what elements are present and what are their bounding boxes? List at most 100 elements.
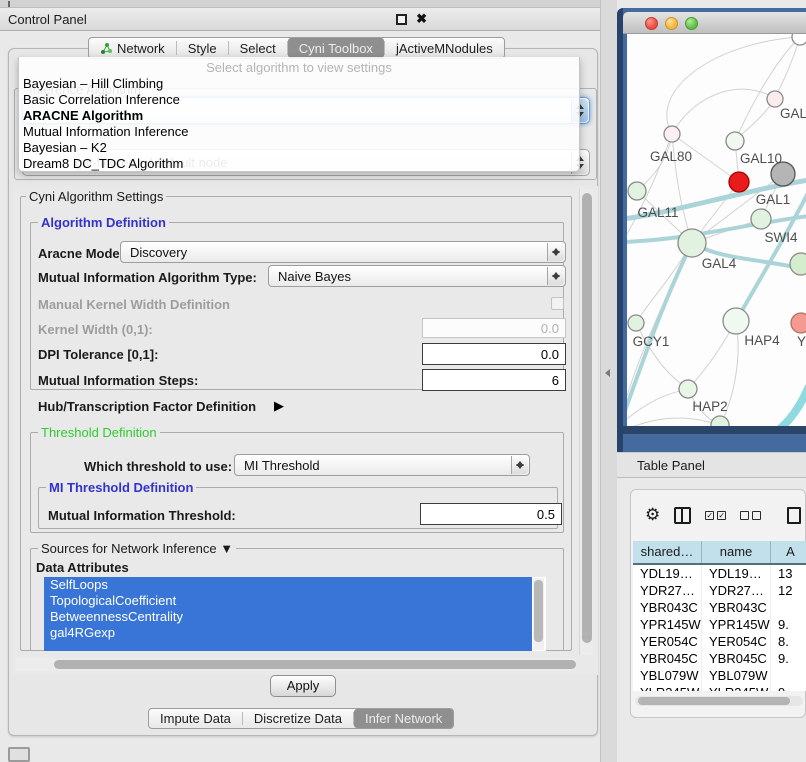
algorithm-option-bayesian-hill-climbing[interactable]: Bayesian – Hill Climbing	[19, 76, 579, 92]
algorithm-dropdown-popup: Select algorithm to view settings Bayesi…	[18, 57, 580, 172]
kernel-width-field[interactable]	[422, 318, 566, 338]
algorithm-option-dream8-dc-tdc-algorithm[interactable]: Dream8 DC_TDC Algorithm	[19, 156, 579, 172]
network-node-gal10[interactable]	[726, 132, 744, 150]
attribute-item-topologicalcoefficient[interactable]: TopologicalCoefficient	[44, 593, 532, 609]
algorithm-option-basic-correlation-inference[interactable]: Basic Correlation Inference	[19, 92, 579, 108]
scrollbar-thumb[interactable]	[638, 697, 790, 705]
attribute-item-betweennesscentrality[interactable]: BetweennessCentrality	[44, 609, 532, 625]
attribute-item-partial[interactable]	[44, 641, 532, 651]
table-row[interactable]: YLR345WYLR345W9.	[633, 684, 806, 691]
tab-jactivemnodules[interactable]: jActiveMNodules	[385, 38, 504, 58]
zoom-traffic-light-icon[interactable]	[685, 17, 698, 30]
aracne-mode-combobox[interactable]: Discovery	[120, 241, 566, 263]
tab-label: Impute Data	[160, 711, 231, 726]
expand-arrow-icon[interactable]: ▶	[274, 398, 284, 414]
table-row[interactable]: YBL079WYBL079W	[633, 667, 806, 684]
network-node-gal1[interactable]	[729, 172, 749, 192]
control-panel-tab-bar: NetworkStyleSelectCyni ToolboxjActiveMNo…	[88, 37, 505, 59]
network-node[interactable]	[711, 416, 729, 426]
network-node-gal4[interactable]	[678, 229, 706, 257]
which-threshold-combobox[interactable]: MI Threshold	[234, 454, 530, 476]
network-canvas[interactable]: GALGAL80GAL10GAL1GAL11SWI4GAL4GCY1HAP4YH…	[627, 34, 806, 426]
algorithm-option-bayesian-k2[interactable]: Bayesian – K2	[19, 140, 579, 156]
table-cell: 8.	[771, 633, 806, 650]
network-node-swi4[interactable]	[751, 209, 771, 229]
control-panel-title: Control Panel	[8, 12, 87, 27]
tab-select[interactable]: Select	[229, 38, 287, 58]
tab-label: Discretize Data	[254, 711, 342, 726]
mi-threshold-field[interactable]	[420, 503, 562, 525]
table-row[interactable]: YDL19…YDL19…13	[633, 565, 806, 582]
attribute-item-gal4rgexp[interactable]: gal4RGexp	[44, 625, 532, 641]
close-traffic-light-icon[interactable]	[645, 17, 658, 30]
combo-stepper-icon[interactable]	[547, 267, 564, 285]
network-node-hap4[interactable]	[723, 308, 749, 334]
table-cell: YBR045C	[633, 650, 702, 667]
table-row[interactable]: YPR145WYPR145W9.	[633, 616, 806, 633]
apply-button[interactable]: Apply	[270, 675, 336, 697]
attributes-scrollbar[interactable]	[533, 578, 544, 650]
attribute-item-selfloops[interactable]: SelfLoops	[44, 577, 532, 593]
tab-style[interactable]: Style	[177, 38, 228, 58]
combo-stepper-icon[interactable]	[547, 243, 564, 261]
panel-splitter[interactable]	[600, 0, 617, 762]
scrollbar-thumb[interactable]	[54, 660, 576, 669]
dpi-tolerance-field[interactable]	[422, 343, 566, 365]
table-row[interactable]: YER054CYER054C8.	[633, 633, 806, 650]
table-row[interactable]: YBR045CYBR045C9.	[633, 650, 806, 667]
tab-infer-network[interactable]: Infer Network	[354, 709, 453, 728]
hub-definition-label[interactable]: Hub/Transcription Factor Definition	[38, 399, 256, 414]
algorithm-option-aracne-algorithm[interactable]: ARACNE Algorithm	[19, 108, 579, 124]
tab-discretize-data[interactable]: Discretize Data	[243, 709, 353, 728]
tab-network[interactable]: Network	[89, 38, 176, 58]
table-horizontal-scrollbar[interactable]	[635, 696, 803, 706]
aracne-mode-label: Aracne Mode:	[38, 246, 124, 261]
select-all-checkboxes-icon[interactable]: ✓✓	[705, 511, 726, 520]
scrollbar-thumb[interactable]	[534, 580, 543, 642]
network-node-y[interactable]	[791, 313, 806, 333]
control-panel-titlebar: Control Panel ✖	[0, 8, 617, 31]
combo-stepper-icon[interactable]	[511, 456, 528, 474]
columns-icon[interactable]	[674, 507, 691, 524]
data-attributes-list[interactable]: SelfLoopsTopologicalCoefficientBetweenne…	[44, 577, 546, 651]
network-node-gal[interactable]	[767, 91, 783, 107]
table-cell: YER054C	[633, 633, 702, 650]
table-cell: YPR145W	[633, 616, 702, 633]
table-row[interactable]: YDR27…YDR27…12	[633, 582, 806, 599]
tab-cyni-toolbox[interactable]: Cyni Toolbox	[288, 38, 384, 58]
close-icon[interactable]: ✖	[416, 11, 427, 27]
manual-kernel-checkbox[interactable]	[551, 297, 564, 310]
minimize-traffic-light-icon[interactable]	[665, 17, 678, 30]
network-view-window: GALGAL80GAL10GAL1GAL11SWI4GAL4GCY1HAP4YH…	[617, 8, 806, 452]
settings-horizontal-scrollbar[interactable]	[16, 658, 576, 671]
network-node-hap2[interactable]	[679, 380, 697, 398]
sources-group-title[interactable]: Sources for Network Inference ▼	[38, 541, 236, 556]
mi-steps-field[interactable]	[422, 369, 566, 391]
table-cell: YBL079W	[633, 667, 702, 684]
scrollbar-thumb[interactable]	[582, 193, 592, 643]
network-node-gal80[interactable]	[664, 126, 680, 142]
node-table[interactable]: shared…nameA YDL19…YDL19…13YDR27…YDR27…1…	[633, 541, 806, 691]
network-node-gal11[interactable]	[628, 182, 646, 200]
column-header-a[interactable]: A	[771, 541, 806, 563]
network-node[interactable]	[790, 253, 806, 275]
network-window-titlebar[interactable]	[623, 12, 806, 34]
export-table-icon[interactable]	[787, 507, 801, 524]
table-row[interactable]: YBR043CYBR043C	[633, 599, 806, 616]
aracne-mode-value: Discovery	[130, 245, 187, 260]
gear-icon[interactable]: ⚙	[645, 506, 660, 524]
algorithm-definition-title: Algorithm Definition	[38, 215, 169, 230]
tab-impute-data[interactable]: Impute Data	[149, 709, 242, 728]
mi-type-combobox[interactable]: Naive Bayes	[268, 265, 566, 287]
float-window-icon[interactable]	[396, 14, 407, 25]
column-header-name[interactable]: name	[702, 541, 771, 563]
dock-panel-icon[interactable]	[8, 747, 30, 762]
table-cell: YLR345W	[633, 684, 702, 691]
deselect-all-checkboxes-icon[interactable]	[740, 511, 761, 520]
algorithm-option-mutual-information-inference[interactable]: Mutual Information Inference	[19, 124, 579, 140]
network-node-gcy1[interactable]	[628, 315, 644, 331]
splitter-arrow-icon[interactable]	[605, 369, 610, 377]
table-cell	[771, 599, 806, 616]
settings-vertical-scrollbar[interactable]	[579, 189, 593, 655]
column-header-shared-[interactable]: shared…	[633, 541, 702, 563]
